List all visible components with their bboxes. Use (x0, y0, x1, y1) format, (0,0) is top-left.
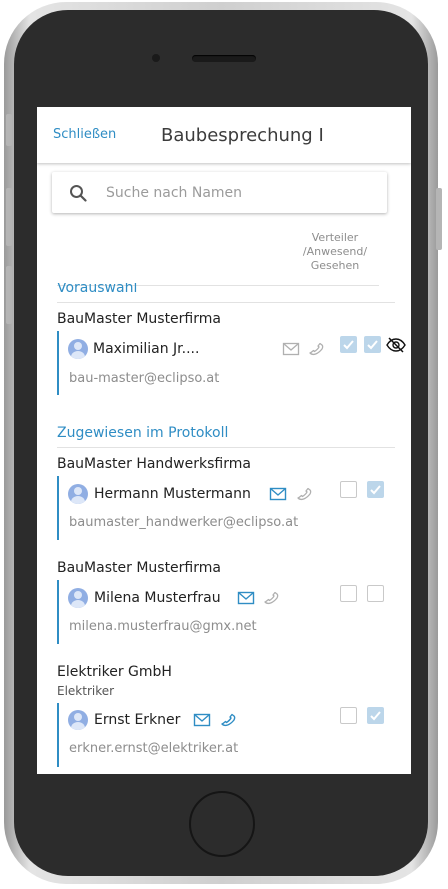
contact-email: bau-master@eclipso.at (69, 371, 220, 386)
search-bar (52, 172, 387, 213)
eye-slash-icon[interactable] (386, 337, 406, 353)
column-header-line: /Anwesend/ (302, 245, 368, 258)
volume-up-button (6, 188, 12, 246)
contact-name: Milena Musterfrau (94, 590, 221, 606)
mail-icon[interactable] (282, 341, 300, 357)
contact-name: Maximilian Jr.... (93, 341, 200, 357)
page-title: Baubesprechung I (161, 125, 324, 146)
verteiler-checkbox[interactable] (340, 481, 357, 498)
contact-accent-bar (57, 580, 59, 644)
company-name: BauMaster Handwerksfirma (57, 456, 251, 472)
phone-icon[interactable] (295, 485, 313, 501)
top-bar: Schließen Baubesprechung I (37, 107, 411, 163)
front-camera (152, 54, 160, 62)
contact-accent-bar (57, 476, 59, 540)
mail-icon[interactable] (269, 486, 287, 502)
anwesend-checkbox[interactable] (367, 585, 384, 602)
section-title-assigned: Zugewiesen im Protokoll (57, 425, 229, 441)
verteiler-checkbox[interactable] (340, 336, 357, 353)
earpiece-speaker (192, 55, 256, 62)
contact-name: Ernst Erkner (94, 712, 181, 728)
contact-email: milena.musterfrau@gmx.net (69, 619, 257, 634)
contact-accent-bar (57, 331, 59, 395)
verteiler-checkbox[interactable] (340, 707, 357, 724)
home-button[interactable] (189, 791, 255, 857)
avatar (68, 484, 88, 504)
search-input[interactable] (106, 182, 376, 204)
company-name: BauMaster Musterfirma (57, 560, 221, 576)
anwesend-checkbox[interactable] (367, 707, 384, 724)
contact-email: baumaster_handwerker@eclipso.at (69, 515, 299, 530)
section-divider (57, 447, 395, 448)
contact-name: Hermann Mustermann (94, 486, 251, 502)
company-name: Elektriker GmbH (57, 664, 172, 680)
column-header-line: Verteiler (311, 231, 359, 244)
mail-icon[interactable] (193, 712, 211, 728)
avatar (68, 339, 88, 359)
close-button[interactable]: Schließen (53, 127, 116, 142)
mail-icon[interactable] (237, 590, 255, 606)
power-button (436, 188, 442, 250)
contact-email: erkner.ernst@elektriker.at (69, 741, 239, 756)
contact-accent-bar (57, 703, 59, 767)
volume-down-button (6, 266, 12, 324)
phone-icon[interactable] (219, 711, 237, 727)
column-header-line: Gesehen (310, 259, 360, 272)
anwesend-checkbox[interactable] (367, 481, 384, 498)
section-title-preselection: Vorauswahl (57, 280, 138, 296)
mute-switch (6, 114, 12, 146)
app-screen: Schließen Baubesprechung I Verteiler /An… (37, 107, 411, 774)
company-role: Elektriker (57, 684, 115, 698)
phone-icon[interactable] (262, 589, 280, 605)
avatar (68, 710, 88, 730)
column-header: Verteiler /Anwesend/ Gesehen (295, 231, 375, 273)
section-divider (57, 302, 395, 303)
verteiler-checkbox[interactable] (340, 585, 357, 602)
avatar (68, 588, 88, 608)
search-icon (70, 185, 87, 202)
anwesend-checkbox[interactable] (364, 336, 381, 353)
phone-icon[interactable] (307, 340, 325, 356)
company-name: BauMaster Musterfirma (57, 311, 221, 327)
